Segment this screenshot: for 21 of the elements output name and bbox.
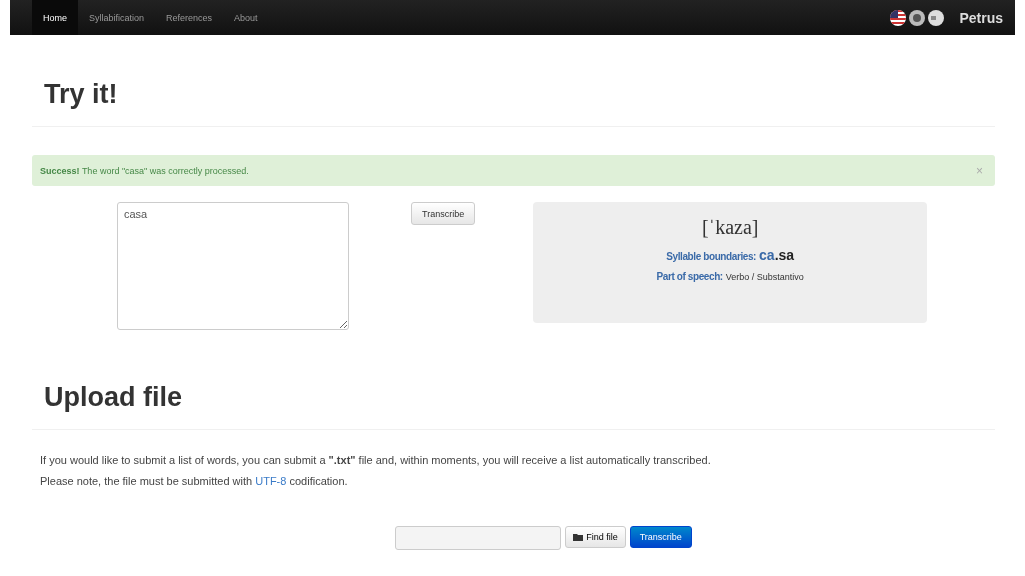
utf8-link[interactable]: UTF-8 — [255, 475, 287, 487]
find-file-button[interactable]: Find file — [565, 526, 626, 548]
word-input[interactable]: casa — [117, 202, 349, 330]
syllables: ca.sa — [759, 247, 795, 263]
alert-message: Success! The word "casa" was correctly processed. — [40, 165, 250, 176]
syllable-label: Syllable boundaries: — [666, 251, 757, 262]
transcription: [ˈkaza] — [701, 216, 759, 239]
nav-item[interactable]: About — [223, 0, 269, 35]
nav-item[interactable]: Syllabification — [78, 0, 156, 35]
pos-label: Part of speech: — [656, 271, 723, 282]
section-heading: Try it! — [32, 35, 995, 127]
upload-transcribe-button[interactable]: Transcribe — [629, 526, 692, 548]
nav-item[interactable]: References — [155, 0, 224, 35]
pos-value: Verbo / Substantivo — [725, 272, 804, 282]
transcribe-button[interactable]: Transcribe — [411, 202, 476, 225]
brand-name[interactable]: Petrus — [959, 9, 1003, 26]
file-field[interactable] — [395, 526, 562, 550]
nav-item[interactable]: Home — [32, 0, 78, 35]
section-heading: Upload file — [32, 382, 995, 430]
folder-icon — [573, 533, 584, 541]
upload-description: If you would like to submit a list of words, you can submit a ".txt" file and, within moments, you will receive a list automatically transcribed. Please note, the file must be submitted with UTF-8 codification. — [40, 453, 712, 489]
